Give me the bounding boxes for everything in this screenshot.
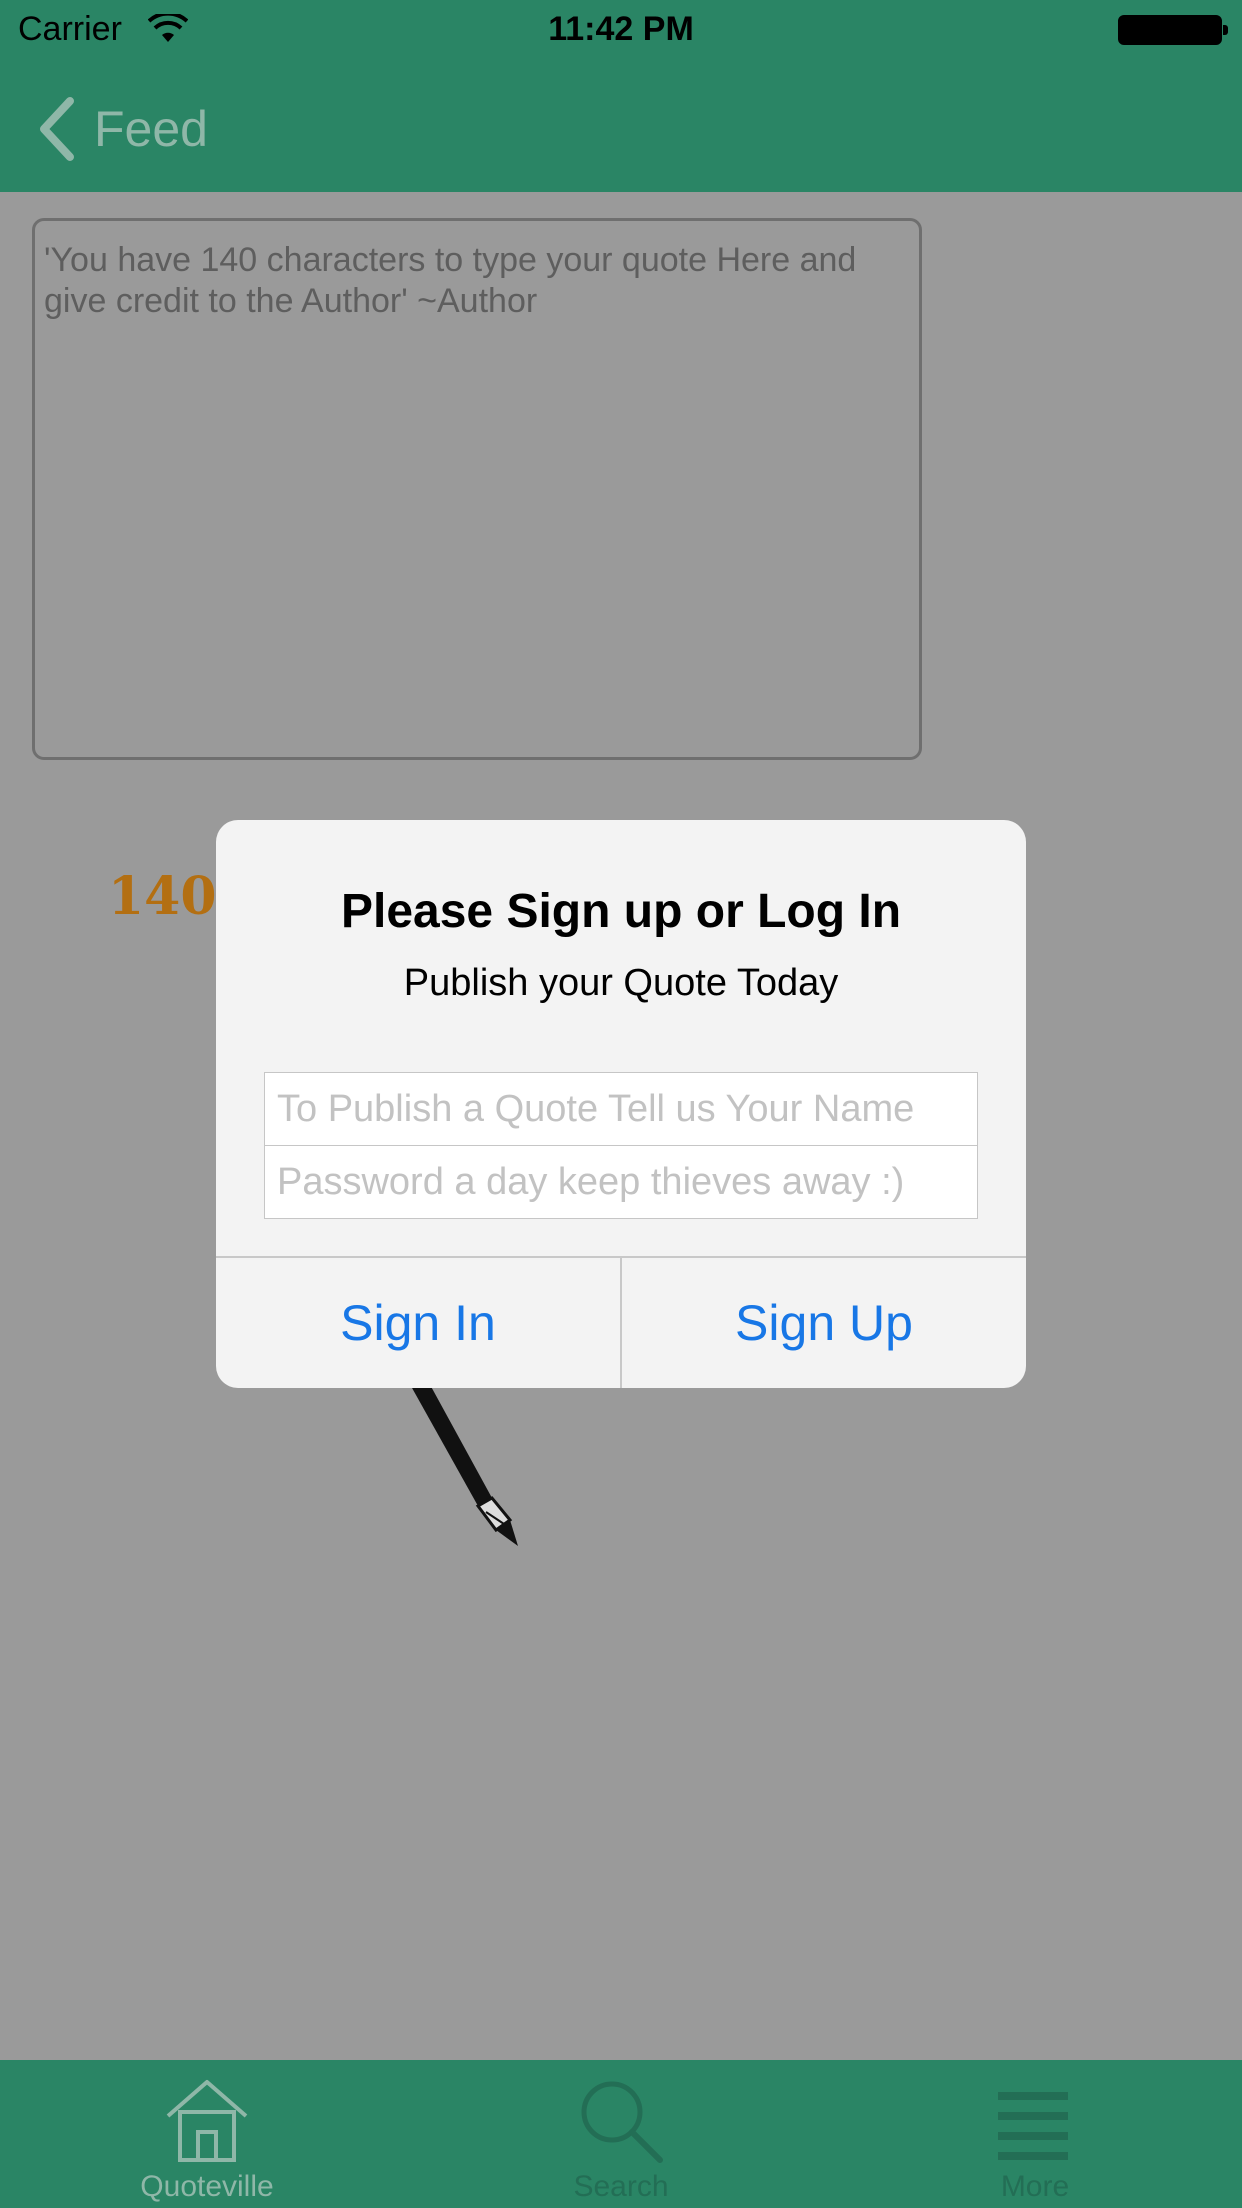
alert-message: Publish your Quote Today	[403, 962, 839, 1004]
tab-search[interactable]: Search	[414, 2060, 828, 2208]
menu-icon	[998, 2092, 1068, 2160]
navigation-bar: Feed	[0, 62, 1242, 192]
tab-label: More	[1000, 2170, 1070, 2203]
status-bar: Carrier 11:42 PM	[0, 0, 1242, 62]
back-button[interactable]: Feed	[36, 94, 208, 164]
fountain-pen-icon	[402, 1370, 518, 1546]
status-time: 11:42 PM	[548, 10, 694, 48]
alert-title: Please Sign up or Log In	[340, 885, 902, 938]
battery-icon	[1118, 15, 1228, 45]
tab-more[interactable]: More	[828, 2060, 1242, 2208]
search-icon	[581, 2081, 663, 2163]
tab-label: Search	[573, 2170, 669, 2203]
character-counter: 140	[108, 866, 217, 927]
back-button-label: Feed	[94, 101, 208, 157]
name-input[interactable]	[264, 1072, 978, 1146]
chevron-left-icon	[40, 97, 74, 161]
sign-up-button[interactable]: Sign Up	[622, 1258, 1026, 1388]
sign-in-alert-dialog: Please Sign up or Log In Publish your Qu…	[216, 820, 1026, 1388]
home-icon	[166, 2080, 248, 2162]
quote-placeholder: 'You have 140 characters to type your qu…	[44, 241, 857, 320]
sign-in-button[interactable]: Sign In	[216, 1258, 620, 1388]
tab-bar: Quoteville Search More	[0, 2060, 1242, 2208]
password-input[interactable]	[264, 1145, 978, 1219]
tab-quoteville[interactable]: Quoteville	[0, 2060, 414, 2208]
tab-label: Quoteville	[140, 2170, 274, 2203]
